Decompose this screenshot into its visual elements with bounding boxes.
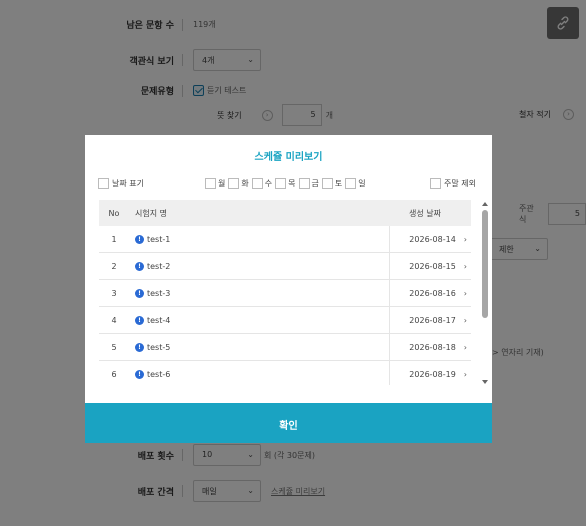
col-no: No — [108, 208, 120, 218]
row-no: 4 — [111, 315, 117, 325]
info-icon: ! — [135, 288, 144, 298]
row-date-cell[interactable]: 2026-08-16 › — [389, 280, 471, 306]
day-checkbox-sat[interactable] — [321, 178, 333, 189]
schedule-table: No 시험지 명 생성 날짜 1! test-1 2026-08-14 › 2! test… — [99, 200, 478, 385]
scroll-down-icon[interactable] — [482, 380, 488, 384]
day-label-sun: 일 — [358, 179, 366, 188]
day-checkbox-tue[interactable] — [228, 178, 240, 189]
row-date: 2026-08-15 — [409, 261, 456, 271]
table-row[interactable]: 3! test-3 2026-08-16 › — [99, 280, 471, 307]
row-name: test-6 — [147, 369, 171, 379]
col-name: 시험지 명 — [135, 208, 167, 218]
row-date: 2026-08-19 — [409, 369, 456, 379]
day-label-thu: 목 — [288, 179, 296, 188]
table-body: 1! test-1 2026-08-14 › 2! test-2 2026-08-15 › 3!… — [99, 226, 478, 385]
modal-options: 날짜 표기 월 화 수 목 금 토 일 주말 제외 — [85, 178, 492, 192]
row-name-cell: ! test-2 — [129, 261, 389, 271]
row-no: 2 — [111, 261, 117, 271]
day-label-fri: 금 — [311, 179, 319, 188]
row-no: 1 — [111, 234, 117, 244]
info-icon: ! — [135, 315, 144, 325]
row-date-cell[interactable]: 2026-08-17 › — [389, 307, 471, 333]
day-label-tue: 화 — [241, 179, 249, 188]
row-name: test-5 — [147, 342, 171, 352]
chevron-right-icon: › — [463, 315, 467, 325]
confirm-button[interactable]: 확인 — [85, 403, 492, 443]
info-icon: ! — [135, 342, 144, 352]
table-row[interactable]: 1! test-1 2026-08-14 › — [99, 226, 471, 253]
row-name: test-3 — [147, 288, 171, 298]
row-name-cell: ! test-5 — [129, 342, 389, 352]
chevron-right-icon: › — [463, 261, 467, 271]
modal-title: 스케쥴 미리보기 — [254, 152, 323, 163]
show-date-option[interactable]: 날짜 표기 — [98, 178, 144, 189]
exclude-weekend-option[interactable]: 주말 제외 — [430, 178, 476, 189]
exclude-weekend-checkbox[interactable] — [430, 178, 441, 189]
row-name: test-1 — [147, 234, 171, 244]
day-label-mon: 월 — [218, 179, 226, 188]
schedule-preview-modal: 스케쥴 미리보기 날짜 표기 월 화 수 목 금 토 일 주말 제외 No 시험… — [85, 135, 492, 443]
table-row[interactable]: 4! test-4 2026-08-17 › — [99, 307, 471, 334]
row-name-cell: ! test-6 — [129, 369, 389, 379]
scroll-up-icon[interactable] — [482, 202, 488, 206]
row-name-cell: ! test-3 — [129, 288, 389, 298]
day-checkbox-fri[interactable] — [298, 178, 310, 189]
day-label-wed: 수 — [264, 179, 273, 188]
day-checkbox-thu[interactable] — [275, 178, 287, 189]
chevron-right-icon: › — [463, 288, 467, 298]
row-no: 3 — [111, 288, 117, 298]
row-date: 2026-08-18 — [409, 342, 456, 352]
show-date-checkbox[interactable] — [98, 178, 109, 189]
row-date: 2026-08-17 — [409, 315, 456, 325]
row-date-cell[interactable]: 2026-08-19 › — [389, 361, 471, 385]
row-name-cell: ! test-1 — [129, 234, 389, 244]
row-name: test-2 — [147, 261, 171, 271]
row-no: 6 — [111, 369, 117, 379]
row-date-cell[interactable]: 2026-08-18 › — [389, 334, 471, 360]
row-date: 2026-08-14 — [409, 234, 456, 244]
row-name: test-4 — [147, 315, 171, 325]
info-icon: ! — [135, 261, 144, 271]
day-checkbox-mon[interactable] — [205, 178, 216, 189]
row-date-cell[interactable]: 2026-08-14 › — [389, 226, 471, 252]
show-date-label: 날짜 표기 — [112, 179, 144, 188]
info-icon: ! — [135, 234, 144, 244]
day-checkbox-sun[interactable] — [345, 178, 357, 189]
chevron-right-icon: › — [463, 234, 467, 244]
table-row[interactable]: 6! test-6 2026-08-19 › — [99, 361, 471, 385]
table-row[interactable]: 2! test-2 2026-08-15 › — [99, 253, 471, 280]
weekday-options: 월 화 수 목 금 토 일 — [202, 178, 366, 189]
chevron-right-icon: › — [463, 342, 467, 352]
row-date-cell[interactable]: 2026-08-15 › — [389, 253, 471, 279]
info-icon: ! — [135, 369, 144, 379]
day-label-sat: 토 — [334, 179, 343, 188]
row-no: 5 — [111, 342, 117, 352]
exclude-weekend-label: 주말 제외 — [444, 179, 476, 188]
col-date: 생성 날짜 — [409, 208, 441, 218]
table-scrollbar[interactable] — [482, 202, 490, 384]
row-date: 2026-08-16 — [409, 288, 456, 298]
chevron-right-icon: › — [463, 369, 467, 379]
scroll-thumb[interactable] — [482, 210, 488, 318]
day-checkbox-wed[interactable] — [251, 178, 263, 189]
table-row[interactable]: 5! test-5 2026-08-18 › — [99, 334, 471, 361]
table-header: No 시험지 명 생성 날짜 — [99, 200, 471, 226]
row-name-cell: ! test-4 — [129, 315, 389, 325]
